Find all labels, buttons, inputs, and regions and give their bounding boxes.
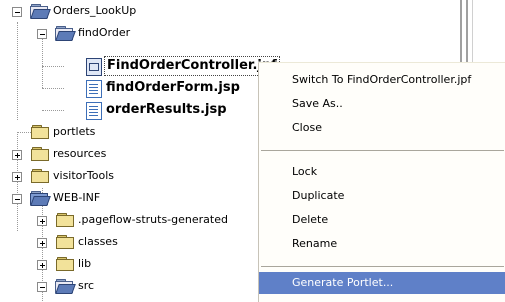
collapse-toggle[interactable] — [37, 282, 47, 292]
tree-item-label: findOrderForm.jsp — [106, 80, 240, 95]
menu-separator — [261, 150, 504, 151]
panel-divider — [466, 0, 468, 62]
tree-item-src[interactable]: src — [0, 275, 250, 297]
tree-item-lib[interactable]: lib — [0, 253, 250, 275]
jsp-file-icon — [86, 80, 102, 98]
collapse-toggle[interactable] — [37, 29, 47, 39]
tree-item-orders-lookup[interactable]: Orders_LookUp — [0, 0, 250, 22]
menu-item-duplicate[interactable]: Duplicate — [259, 185, 505, 207]
collapse-toggle[interactable] — [12, 7, 22, 17]
jsp-file-icon — [86, 102, 102, 120]
web-folder-icon — [30, 191, 51, 206]
panel-divider — [472, 0, 473, 62]
pageflow-file-icon — [86, 58, 102, 76]
tree-item-resources[interactable]: resources — [0, 143, 250, 165]
menu-separator — [261, 266, 504, 267]
menu-item-label: Generate Portlet... — [292, 276, 394, 289]
tree-item-label: WEB-INF — [53, 191, 101, 204]
tree-item-label: FindOrderController.jpf — [104, 56, 280, 76]
menu-item-label: Delete — [292, 213, 329, 226]
context-menu: Switch To FindOrderController.jpf Save A… — [258, 62, 505, 302]
tree-item-findorderform[interactable]: findOrderForm.jsp — [0, 77, 260, 99]
folder-icon — [31, 169, 49, 183]
folder-icon — [31, 147, 49, 161]
folder-open-icon — [55, 26, 76, 41]
menu-item-save-as[interactable]: Save As.. — [259, 93, 505, 115]
folder-open-icon — [30, 4, 51, 19]
tree-item-label: Orders_LookUp — [53, 4, 137, 17]
menu-item-delete[interactable]: Delete — [259, 209, 505, 231]
tree-item-label: classes — [78, 235, 118, 248]
tree-item-label: lib — [78, 257, 92, 270]
menu-item-label: Lock — [292, 165, 318, 178]
tree-item-label: .pageflow-struts-generated — [78, 213, 228, 226]
folder-icon — [56, 257, 74, 271]
folder-open-icon — [55, 279, 76, 294]
expand-toggle[interactable] — [12, 150, 22, 160]
tree-item-findorder[interactable]: findOrder — [0, 22, 250, 44]
tree-item-label: portlets — [53, 125, 96, 138]
tree-item-classes[interactable]: classes — [0, 231, 250, 253]
tree-item-orderresults[interactable]: orderResults.jsp — [0, 99, 260, 121]
menu-item-label: Switch To FindOrderController.jpf — [292, 73, 472, 86]
tree-item-portlets[interactable]: portlets — [0, 121, 250, 143]
panel-divider — [460, 0, 462, 62]
tree-item-findordercontroller[interactable]: FindOrderController.jpf — [0, 55, 280, 77]
menu-item-close[interactable]: Close — [259, 117, 505, 139]
expand-toggle[interactable] — [12, 172, 22, 182]
menu-item-lock[interactable]: Lock — [259, 161, 505, 183]
menu-item-label: Rename — [292, 237, 338, 250]
tree-item-label: orderResults.jsp — [106, 102, 227, 117]
expand-toggle[interactable] — [37, 216, 47, 226]
menu-item-rename[interactable]: Rename — [259, 233, 505, 255]
tree-item-web-inf[interactable]: WEB-INF — [0, 187, 250, 209]
menu-item-label: Close — [292, 121, 322, 134]
tree-item-label: visitorTools — [53, 169, 115, 182]
folder-icon — [56, 235, 74, 249]
menu-item-label: Duplicate — [292, 189, 345, 202]
folder-icon — [56, 213, 74, 227]
menu-item-label: Save As.. — [292, 97, 343, 110]
expand-toggle[interactable] — [37, 260, 47, 270]
menu-item-generate-portlet[interactable]: Generate Portlet... — [259, 272, 505, 294]
menu-item-switch-to[interactable]: Switch To FindOrderController.jpf — [259, 69, 505, 91]
expand-toggle[interactable] — [37, 238, 47, 248]
folder-icon — [31, 125, 49, 139]
collapse-toggle[interactable] — [12, 194, 22, 204]
tree-item-visitortools[interactable]: visitorTools — [0, 165, 250, 187]
tree-item-label: src — [78, 279, 95, 292]
tree-item-pageflow-struts-generated[interactable]: .pageflow-struts-generated — [0, 209, 258, 231]
tree-item-label: resources — [53, 147, 107, 160]
tree-item-label: findOrder — [78, 26, 131, 39]
